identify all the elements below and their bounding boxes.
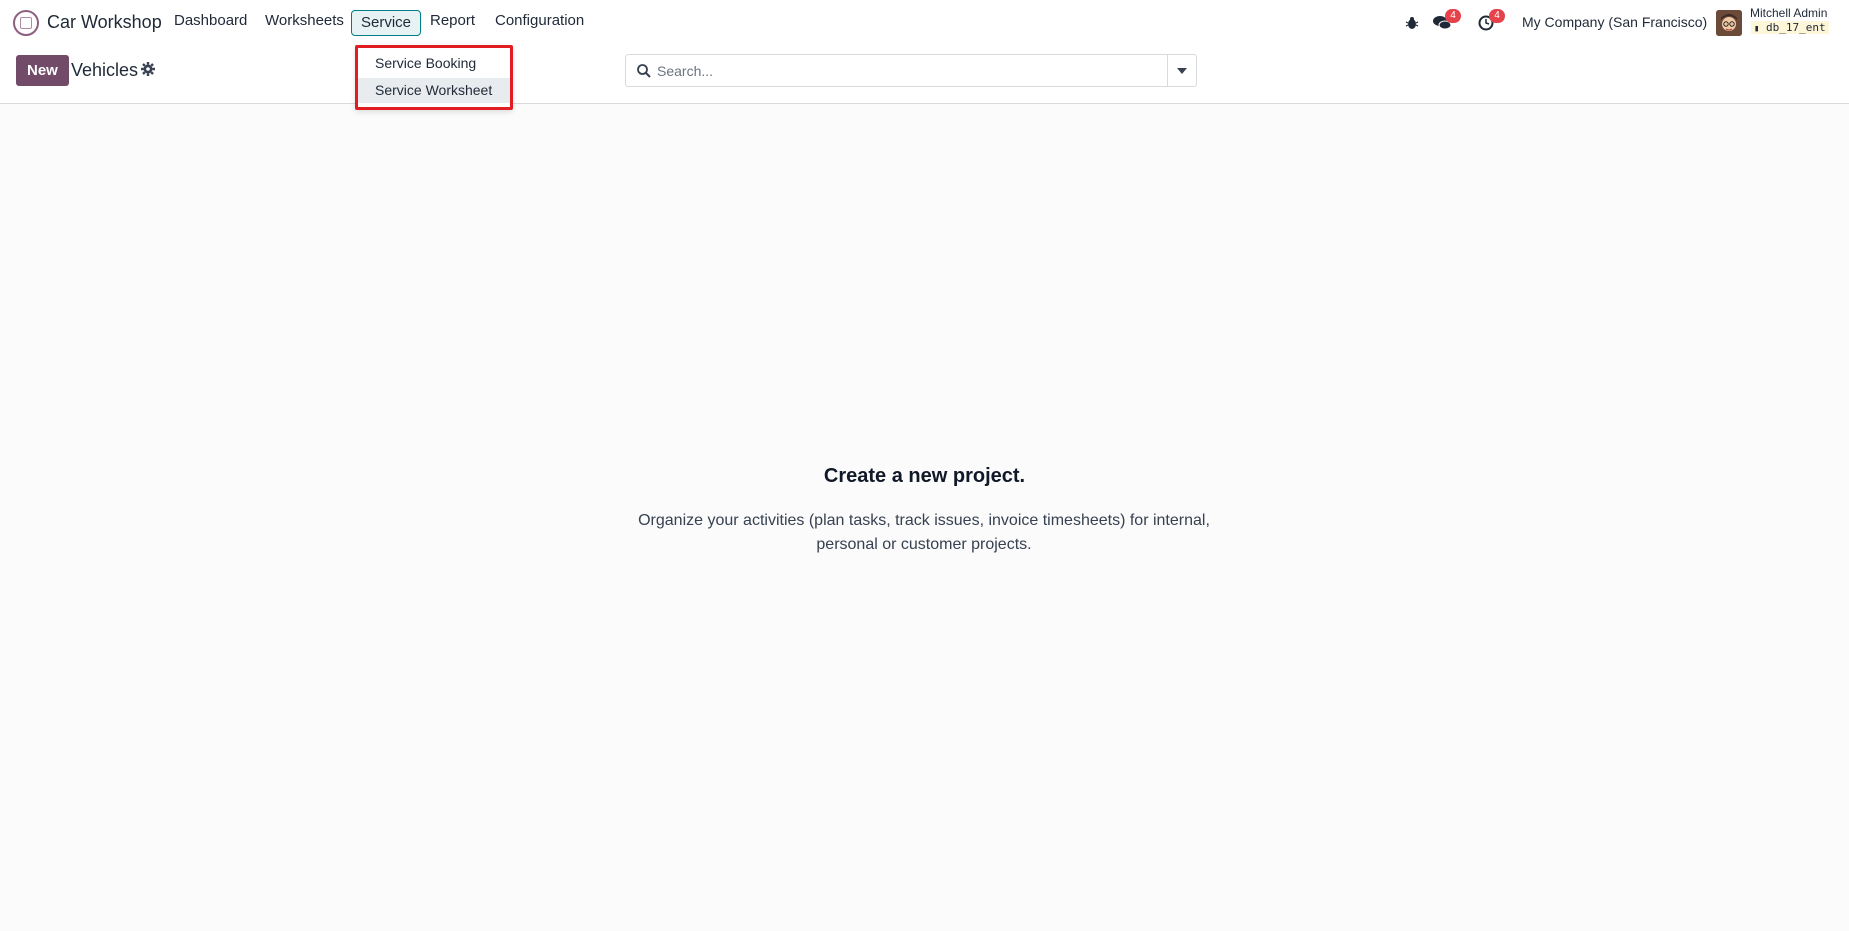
service-dropdown-menu: Service Booking Service Worksheet (355, 45, 513, 110)
user-name[interactable]: Mitchell Admin (1750, 6, 1827, 20)
chat-icon[interactable]: 4 (1433, 9, 1461, 32)
control-panel: New Vehicles (0, 46, 1849, 104)
new-button[interactable]: New (16, 55, 69, 86)
menu-item-service-booking[interactable]: Service Booking (358, 51, 510, 76)
nav-item-service[interactable]: Service (351, 10, 422, 36)
nav-item-report[interactable]: Report (430, 12, 475, 29)
nav-item-worksheets[interactable]: Worksheets (265, 12, 344, 29)
car-workshop-logo-icon[interactable] (13, 10, 39, 36)
search-icon (636, 63, 652, 79)
nav-item-configuration[interactable]: Configuration (495, 12, 584, 29)
caret-down-icon (1177, 67, 1187, 74)
gear-icon[interactable] (140, 61, 156, 77)
clock-icon[interactable]: 4 (1477, 9, 1505, 32)
page-title: Vehicles (71, 60, 139, 80)
search-input[interactable] (657, 55, 1137, 86)
database-icon: ▮ (1754, 24, 1760, 34)
helper-text: Organize your activities (plan tasks, tr… (638, 512, 1210, 553)
search-options-toggle[interactable] (1167, 55, 1196, 86)
db-name-label: db_17_ent (1766, 21, 1826, 34)
db-name: ▮ db_17_ent (1751, 21, 1829, 34)
activities-badge: 4 (1489, 9, 1505, 23)
search-bar (625, 54, 1197, 87)
main-content: Create a new project. Organize your acti… (0, 104, 1849, 931)
nav-item-dashboard[interactable]: Dashboard (174, 12, 247, 29)
top-navbar: Car Workshop Dashboard Worksheets Servic… (0, 0, 1849, 46)
app-name[interactable]: Car Workshop (47, 12, 162, 33)
bug-icon[interactable] (1403, 14, 1421, 32)
menu-item-service-worksheet[interactable]: Service Worksheet (358, 78, 510, 103)
logo-inner (20, 17, 32, 29)
messages-badge: 4 (1445, 9, 1461, 23)
helper-title: Create a new project. (823, 465, 1026, 487)
company-switcher[interactable]: My Company (San Francisco) (1522, 14, 1707, 30)
avatar[interactable] (1716, 10, 1742, 36)
